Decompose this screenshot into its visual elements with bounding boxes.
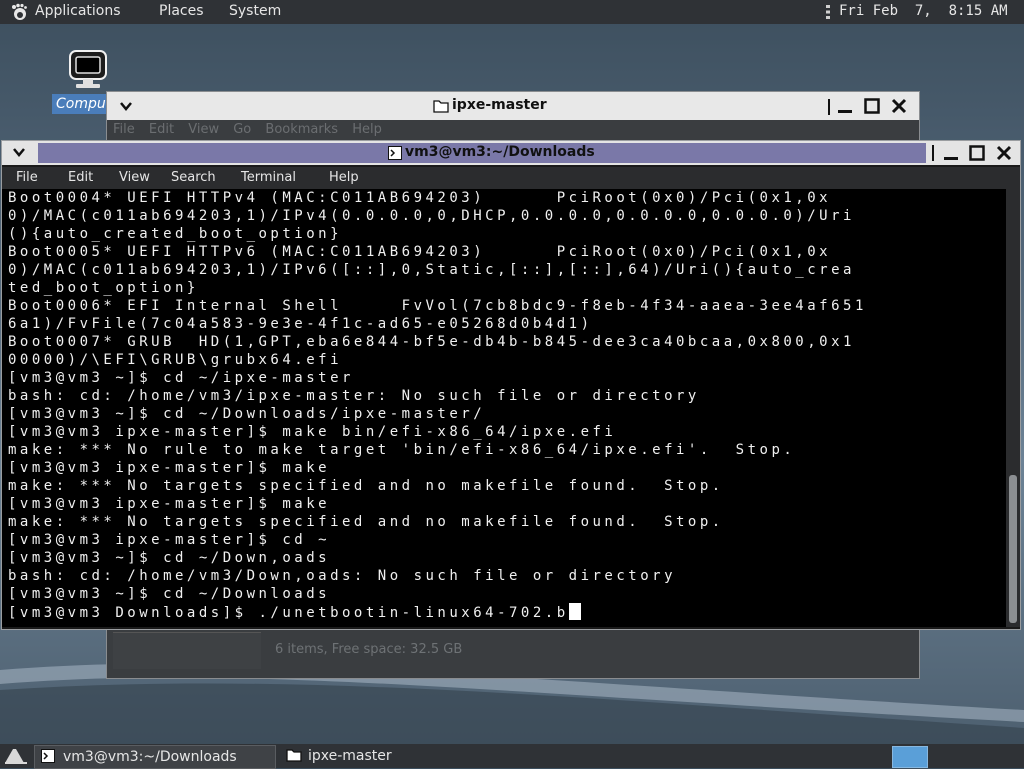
scrollbar-thumb[interactable] — [1009, 475, 1017, 623]
term-menu-help[interactable]: Help — [329, 170, 359, 185]
menu-applications[interactable]: Applications — [35, 3, 121, 19]
terminal-line: make: *** No targets specified and no ma… — [8, 478, 724, 494]
terminal-line: [vm3@vm3 ~]$ cd ~/Down,oads — [8, 550, 331, 566]
terminal-line: [vm3@vm3 ipxe-master]$ cd ~ — [8, 532, 331, 548]
bottom-panel: vm3@vm3:~/Downloads ipxe-master — [0, 744, 1024, 769]
term-menu-search[interactable]: Search — [171, 170, 216, 185]
fm-menu-help[interactable]: Help — [352, 122, 382, 137]
terminal-line: 6a1)/FvFile(7c04a583-9e3e-4f1c-ad65-e052… — [8, 316, 593, 332]
close-icon[interactable] — [996, 145, 1012, 161]
file-manager-titlebar[interactable]: ipxe-master — [107, 92, 919, 120]
folder-icon — [286, 749, 302, 762]
chevron-down-icon[interactable] — [12, 145, 26, 159]
terminal-icon — [41, 749, 55, 763]
prompt-text: [vm3@vm3 Downloads]$ ./unetbootin-linux6… — [8, 605, 569, 621]
terminal-title: vm3@vm3:~/Downloads — [405, 144, 595, 160]
fm-menu-edit[interactable]: Edit — [149, 122, 174, 137]
terminal-line: make: *** No rule to make target 'bin/ef… — [8, 442, 796, 458]
terminal-line: make: *** No targets specified and no ma… — [8, 514, 724, 530]
panel-handle-icon — [826, 5, 830, 19]
term-menu-file[interactable]: File — [16, 170, 38, 185]
taskbar-item-terminal[interactable]: vm3@vm3:~/Downloads — [34, 745, 276, 769]
terminal-line: Boot0007* GRUB HD(1,GPT,eba6e844-bf5e-db… — [8, 334, 855, 350]
folder-icon — [433, 100, 449, 113]
fm-menu-bookmarks[interactable]: Bookmarks — [265, 122, 338, 137]
minimize-icon[interactable] — [837, 98, 853, 114]
menu-places[interactable]: Places — [159, 3, 204, 19]
terminal-window[interactable]: vm3@vm3:~/Downloads File Edit View Searc… — [1, 140, 1021, 630]
terminal-line: ted_boot_option} — [8, 280, 199, 296]
term-menu-view[interactable]: View — [119, 170, 150, 185]
minimize-icon[interactable] — [943, 145, 959, 161]
text-cursor — [568, 603, 581, 620]
terminal-line: Boot0004* UEFI HTTPv4 (MAC:C011AB694203)… — [8, 190, 832, 206]
terminal-line: (){auto_created_boot_option} — [8, 226, 343, 242]
term-menu-edit[interactable]: Edit — [68, 170, 93, 185]
terminal-line: 0)/MAC(c011ab694203,1)/IPv6([::],0,Stati… — [8, 262, 855, 278]
fm-menu-view[interactable]: View — [188, 122, 219, 137]
file-manager-menubar: File Edit View Go Bookmarks Help — [113, 122, 913, 142]
file-manager-title: ipxe-master — [452, 97, 547, 113]
maximize-icon[interactable] — [969, 145, 985, 161]
terminal-line: bash: cd: /home/vm3/ipxe-master: No such… — [8, 388, 700, 404]
workspace-switcher[interactable] — [892, 746, 928, 768]
terminal-line: [vm3@vm3 ~]$ cd ~/ipxe-master — [8, 370, 354, 386]
terminal-line: [vm3@vm3 ipxe-master]$ make — [8, 460, 331, 476]
fm-menu-go[interactable]: Go — [233, 122, 251, 137]
computer-icon — [69, 50, 107, 88]
window-handle-icon — [828, 99, 830, 115]
terminal-line: [vm3@vm3 ipxe-master]$ make — [8, 496, 331, 512]
chevron-down-icon[interactable] — [119, 100, 133, 112]
file-manager-statusbar: 6 items, Free space: 32.5 GB — [275, 642, 463, 657]
terminal-scrollbar[interactable] — [1006, 189, 1020, 627]
close-icon[interactable] — [891, 98, 907, 114]
terminal-output: Boot0004* UEFI HTTPv4 (MAC:C011AB694203)… — [8, 189, 867, 622]
menu-system[interactable]: System — [229, 3, 281, 19]
gnome-foot-icon[interactable] — [10, 3, 28, 21]
file-manager-sidebar[interactable] — [113, 632, 261, 669]
maximize-icon[interactable] — [864, 98, 880, 114]
terminal-line: [vm3@vm3 ipxe-master]$ make bin/efi-x86_… — [8, 424, 617, 440]
show-desktop-icon[interactable] — [4, 747, 28, 765]
terminal-line: bash: cd: /home/vm3/Down,oads: No such f… — [8, 568, 677, 584]
taskbar-item-label: ipxe-master — [308, 748, 392, 764]
taskbar-item-label: vm3@vm3:~/Downloads — [63, 749, 237, 765]
terminal-titlebar[interactable]: vm3@vm3:~/Downloads — [2, 141, 1020, 165]
taskbar-item-file-manager[interactable]: ipxe-master — [280, 745, 510, 767]
top-panel: Applications Places System Fri Feb 7, 8:… — [0, 0, 1024, 24]
terminal-line: Boot0005* UEFI HTTPv6 (MAC:C011AB694203)… — [8, 244, 832, 260]
window-handle-icon — [932, 145, 934, 161]
terminal-prompt-line: [vm3@vm3 Downloads]$ ./unetbootin-linux6… — [8, 603, 867, 622]
terminal-line: 00000)/\EFI\GRUB\grubx64.efi — [8, 352, 343, 368]
terminal-line: 0)/MAC(c011ab694203,1)/IPv4(0.0.0.0,0,DH… — [8, 208, 855, 224]
term-menu-terminal[interactable]: Terminal — [241, 170, 296, 185]
fm-menu-file[interactable]: File — [113, 122, 135, 137]
terminal-screen[interactable]: Boot0004* UEFI HTTPv4 (MAC:C011AB694203)… — [2, 189, 1006, 627]
terminal-line: Boot0006* EFI Internal Shell FvVol(7cb8b… — [8, 298, 867, 314]
terminal-line: [vm3@vm3 ~]$ cd ~/Downloads — [8, 586, 331, 602]
clock[interactable]: Fri Feb 7, 8:15 AM — [839, 3, 1008, 19]
terminal-line: [vm3@vm3 ~]$ cd ~/Downloads/ipxe-master/ — [8, 406, 486, 422]
terminal-icon — [388, 146, 402, 160]
terminal-menubar: File Edit View Search Terminal Help — [2, 167, 1020, 189]
